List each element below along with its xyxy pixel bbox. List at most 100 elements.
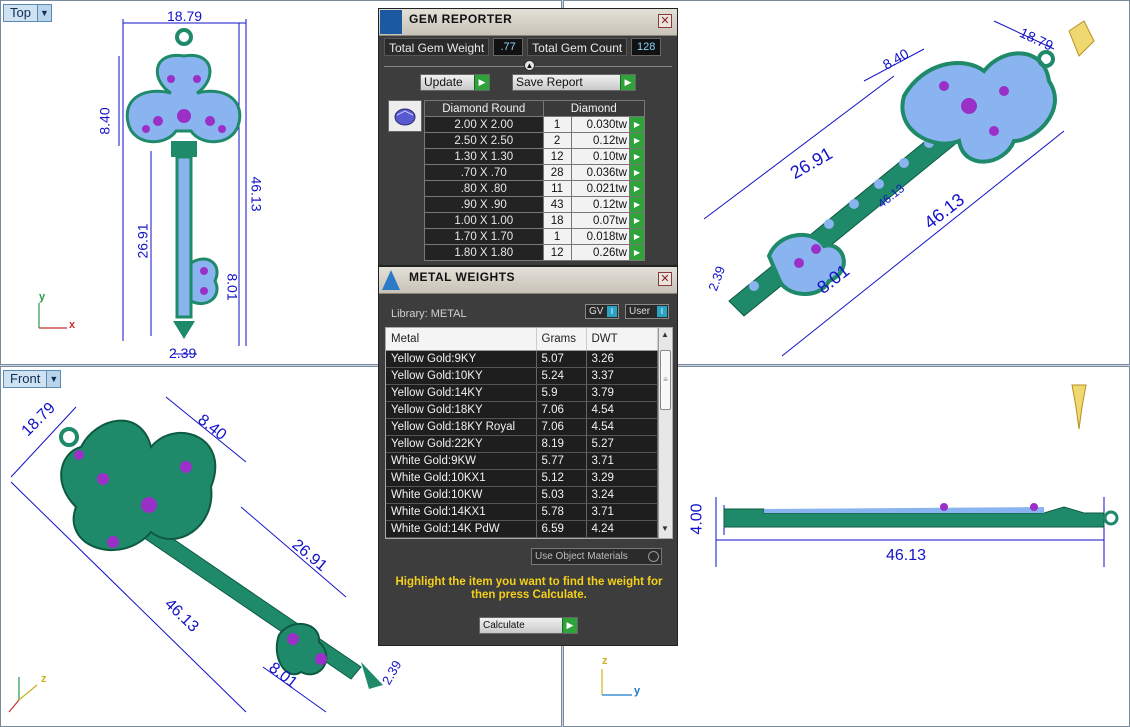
gem-reporter-panel: GEM REPORTER ✕ Total Gem Weight .77 Tota…	[378, 8, 678, 266]
gem-size: 2.50 X 2.50	[424, 132, 544, 149]
metal-weights-panel: METAL WEIGHTS ✕ Library: METAL GV I User…	[378, 266, 678, 646]
use-object-materials-toggle[interactable]: Use Object Materials	[531, 548, 662, 565]
metal-grams: 5.77	[536, 452, 587, 470]
gem-weight: 0.07tw	[570, 212, 630, 229]
axis-y-label: y	[39, 291, 46, 303]
calculate-button[interactable]: Calculate ▶	[479, 617, 578, 634]
play-icon: ▶	[562, 618, 577, 633]
metal-row[interactable]: Yellow Gold:9KY 5.07 3.26	[386, 350, 658, 368]
gem-row[interactable]: 1.70 X 1.70 1 0.018tw ▶	[424, 228, 646, 245]
play-icon[interactable]: ▶	[628, 196, 646, 213]
metal-row[interactable]: White Gold:9KW 5.77 3.71	[386, 452, 658, 470]
gem-weight: 0.26tw	[570, 244, 630, 261]
user-toggle-label: User	[629, 306, 651, 317]
chevron-down-icon[interactable]: ▼	[36, 5, 51, 21]
user-toggle[interactable]: User I	[625, 304, 669, 319]
metal-dwt: 3.26	[586, 350, 658, 368]
gem-row[interactable]: 1.30 X 1.30 12 0.10tw ▶	[424, 148, 646, 165]
metal-row[interactable]: Yellow Gold:18KY 7.06 4.54	[386, 401, 658, 419]
gem-reporter-title: GEM REPORTER	[409, 12, 513, 26]
scroll-up-icon[interactable]: ▲	[658, 330, 672, 342]
chevron-down-icon[interactable]: ▼	[46, 371, 61, 387]
viewport-top-tab[interactable]: Top ▼	[3, 4, 52, 22]
metal-table: Metal Grams DWT Yellow Gold:9KY 5.07 3.26 Y…	[386, 328, 658, 538]
gem-row[interactable]: 2.50 X 2.50 2 0.12tw ▶	[424, 132, 646, 149]
metal-row[interactable]: Yellow Gold:14KY 5.9 3.79	[386, 384, 658, 402]
play-icon[interactable]: ▶	[628, 228, 646, 245]
metal-row[interactable]: Yellow Gold:10KY 5.24 3.37	[386, 367, 658, 385]
gv-toggle[interactable]: GV I	[585, 304, 619, 319]
close-icon[interactable]: ✕	[658, 14, 672, 28]
play-icon[interactable]: ▶	[628, 132, 646, 149]
collapse-slider-knob[interactable]: ▲	[524, 60, 535, 71]
dim-right-height: 4.00	[688, 503, 706, 535]
metal-row[interactable]: White Gold:14K PdW 6.59 4.24	[386, 520, 658, 538]
play-icon[interactable]: ▶	[628, 148, 646, 165]
metal-dwt: 3.37	[586, 367, 658, 385]
metal-list[interactable]: Metal Grams DWT Yellow Gold:9KY 5.07 3.26 Y…	[385, 327, 673, 539]
gem-row[interactable]: 1.80 X 1.80 12 0.26tw ▶	[424, 244, 646, 261]
gem-count: 12	[542, 244, 572, 261]
app-root: Top ▼ 18.79 8.40 46.13 26.91 8.01 2.39 y…	[0, 0, 1130, 727]
gem-size: .70 X .70	[424, 164, 544, 181]
axis-z-label: z	[41, 673, 47, 685]
metal-row[interactable]: White Gold:14KX1 5.78 3.71	[386, 503, 658, 521]
metal-dwt: 5.27	[586, 435, 658, 453]
metal-dwt: 3.79	[586, 384, 658, 402]
total-gem-weight-value: .77	[493, 38, 524, 56]
metal-row[interactable]: Yellow Gold:22KY 8.19 5.27	[386, 435, 658, 453]
play-icon[interactable]: ▶	[628, 180, 646, 197]
scroll-thumb[interactable]: ≡	[660, 350, 671, 410]
metal-name: Yellow Gold:10KY	[386, 367, 537, 385]
update-button[interactable]: Update ▶	[420, 74, 490, 91]
gem-size: 1.70 X 1.70	[424, 228, 544, 245]
library-row: Library: METAL GV I User I	[391, 304, 669, 320]
metal-grams: 7.06	[536, 401, 587, 419]
play-icon: ▶	[620, 75, 635, 90]
metal-row[interactable]: White Gold:10KX1 5.12 3.29	[386, 469, 658, 487]
save-report-button[interactable]: Save Report ▶	[512, 74, 636, 91]
metal-row[interactable]: White Gold:10KW 5.03 3.24	[386, 486, 658, 504]
gem-row[interactable]: .80 X .80 11 0.021tw ▶	[424, 180, 646, 197]
gem-row[interactable]: 2.00 X 2.00 1 0.030tw ▶	[424, 116, 646, 133]
gem-count: 28	[542, 164, 572, 181]
gem-reporter-titlebar[interactable]: GEM REPORTER ✕	[379, 9, 677, 36]
gem-count: 2	[542, 132, 572, 149]
play-icon[interactable]: ▶	[628, 116, 646, 133]
viewport-front-tab[interactable]: Front ▼	[3, 370, 62, 388]
gem-table: Diamond Round Diamond 2.00 X 2.00 1 0.030t…	[424, 100, 646, 261]
metal-name: White Gold:14KX1	[386, 503, 537, 521]
gem-count: 1	[542, 116, 572, 133]
toggle-icon: I	[657, 306, 667, 317]
axis-z-label-right: z	[602, 655, 608, 667]
metal-name: Yellow Gold:18KY Royal	[386, 418, 537, 436]
gem-count: 12	[542, 148, 572, 165]
gem-row[interactable]: .90 X .90 43 0.12tw ▶	[424, 196, 646, 213]
gem-row[interactable]: .70 X .70 28 0.036tw ▶	[424, 164, 646, 181]
diamond-round-icon[interactable]	[388, 100, 422, 132]
play-icon[interactable]: ▶	[628, 212, 646, 229]
gem-row[interactable]: 1.00 X 1.00 18 0.07tw ▶	[424, 212, 646, 229]
metal-weights-title: METAL WEIGHTS	[409, 270, 516, 284]
play-icon[interactable]: ▶	[628, 164, 646, 181]
metal-list-scrollbar[interactable]: ▲ ≡ ▼	[658, 328, 672, 538]
metal-weights-titlebar[interactable]: METAL WEIGHTS ✕	[379, 267, 677, 294]
metal-header-grams[interactable]: Grams	[536, 328, 587, 351]
metal-name: Yellow Gold:18KY	[386, 401, 537, 419]
gem-count: 18	[542, 212, 572, 229]
metal-name: White Gold:14K PdW	[386, 520, 537, 538]
radio-icon	[648, 551, 659, 562]
scroll-down-icon[interactable]: ▼	[658, 524, 672, 536]
metal-grams: 5.07	[536, 350, 587, 368]
metal-grams: 5.03	[536, 486, 587, 504]
play-icon[interactable]: ▶	[628, 244, 646, 261]
metal-header-dwt[interactable]: DWT	[586, 328, 658, 351]
metal-dwt: 3.29	[586, 469, 658, 487]
toggle-icon: I	[607, 306, 617, 317]
metal-header-metal[interactable]: Metal	[386, 328, 537, 351]
total-gem-count-value: 128	[631, 38, 662, 56]
metal-row[interactable]: Yellow Gold:18KY Royal 7.06 4.54	[386, 418, 658, 436]
gem-size: 1.00 X 1.00	[424, 212, 544, 229]
update-button-label: Update	[424, 75, 463, 89]
close-icon[interactable]: ✕	[658, 272, 672, 286]
